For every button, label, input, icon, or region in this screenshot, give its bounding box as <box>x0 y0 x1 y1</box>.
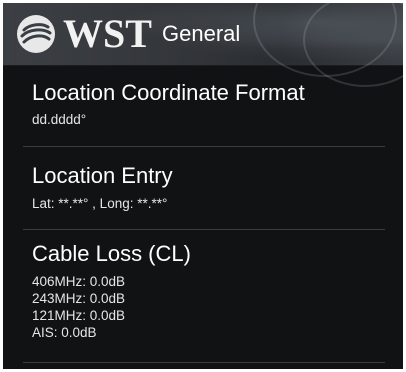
cable-loss-ais: AIS: 0.0dB <box>32 325 97 340</box>
list-divider <box>23 362 385 363</box>
action-bar: WST General <box>3 3 403 87</box>
app-logo-text: WST <box>63 11 152 56</box>
pref-title: Cable Loss (CL) <box>32 241 191 266</box>
pref-summary: dd.dddd° <box>32 112 87 127</box>
pref-title: Location Entry <box>32 163 173 188</box>
pref-title: Location Coordinate Format <box>32 80 305 105</box>
screen-title: General <box>162 21 241 46</box>
cable-loss-243: 243MHz: 0.0dB <box>32 291 126 306</box>
pref-summary: Lat: **.**° , Long: **.**° <box>32 196 168 211</box>
list-divider <box>23 229 385 230</box>
pref-location-entry[interactable]: Location Entry Lat: **.**° , Long: **.**… <box>3 163 173 212</box>
settings-screen: WST General Location Coordinate Format d… <box>3 3 403 369</box>
globe-swirl-icon <box>17 15 55 53</box>
pref-cable-loss[interactable]: Cable Loss (CL) 406MHz: 0.0dB 243MHz: 0.… <box>3 241 191 341</box>
list-divider <box>23 146 385 147</box>
pref-location-coordinate-format[interactable]: Location Coordinate Format dd.dddd° <box>3 80 305 128</box>
cable-loss-121: 121MHz: 0.0dB <box>32 308 126 323</box>
cable-loss-406: 406MHz: 0.0dB <box>32 274 126 289</box>
